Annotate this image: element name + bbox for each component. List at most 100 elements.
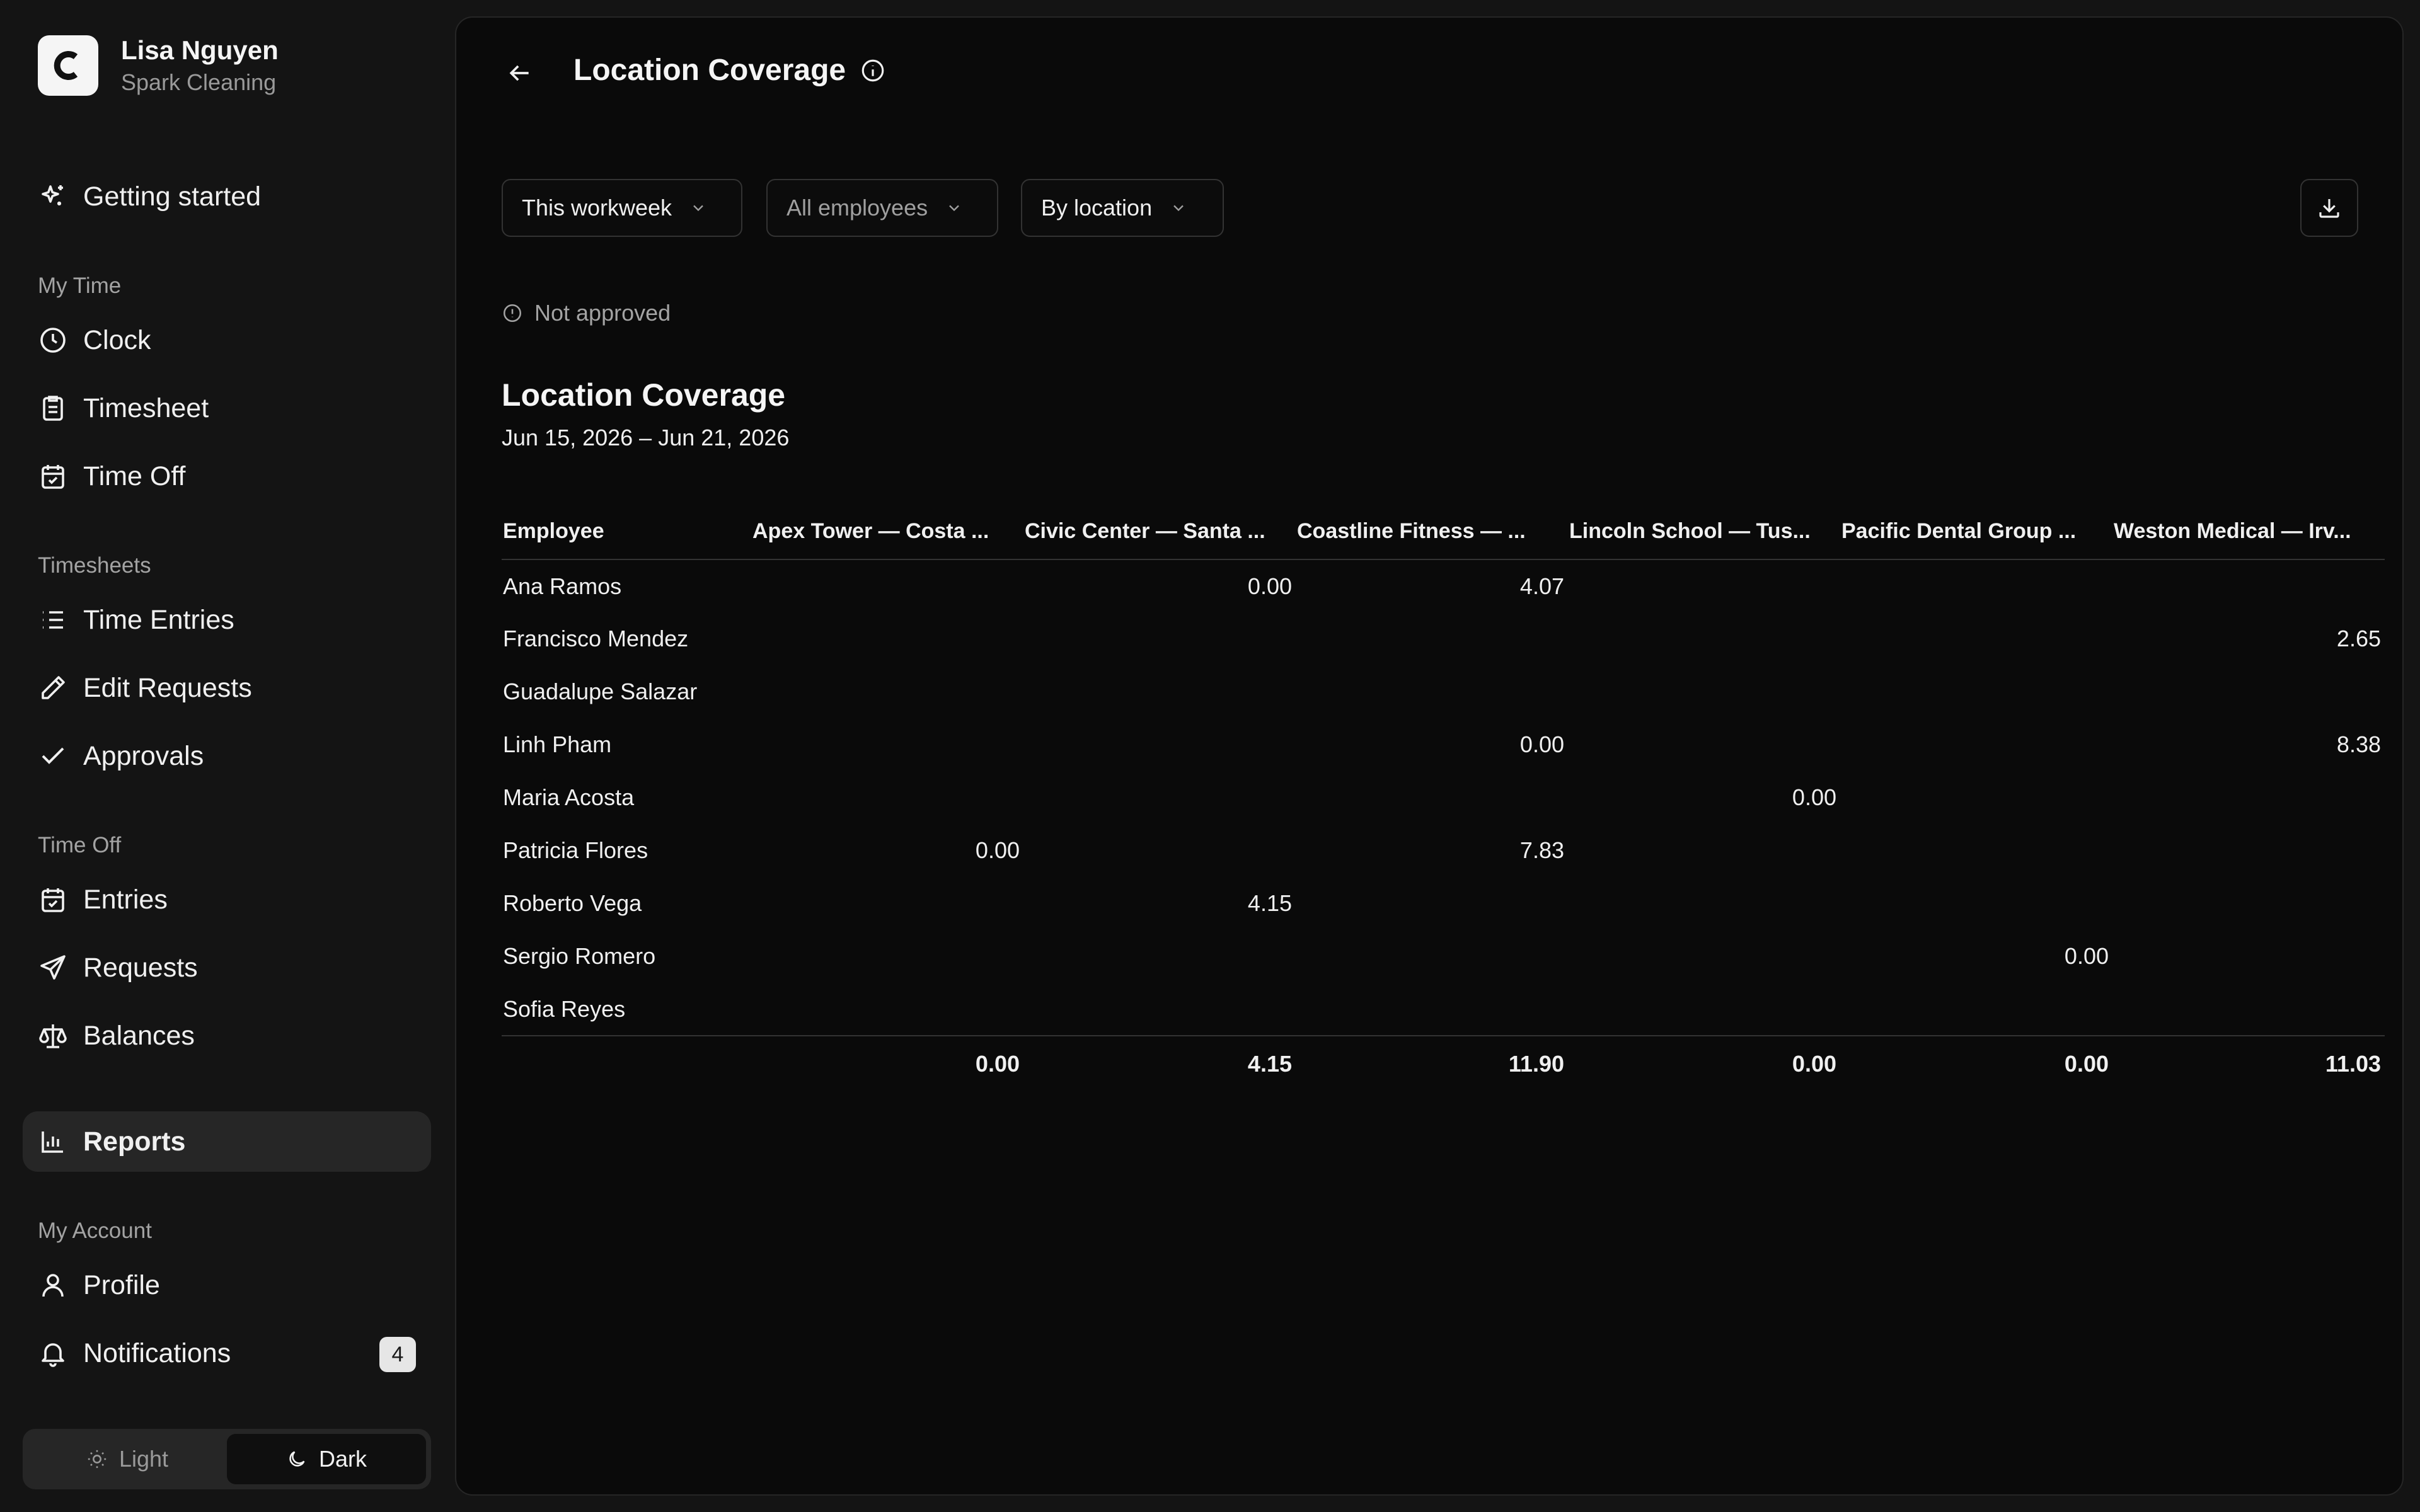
hours-cell (2112, 877, 2385, 930)
hours-cell (751, 930, 1023, 983)
scale-icon (38, 1021, 68, 1051)
nav-reports[interactable]: Reports (23, 1111, 431, 1172)
check-icon (38, 741, 68, 771)
hours-cell (1296, 877, 1568, 930)
hours-cell (1840, 718, 2112, 771)
column-header-location[interactable]: Coastline Fitness — ... (1296, 504, 1568, 560)
page-title: Location Coverage (573, 53, 886, 88)
hours-cell: 0.00 (1519, 731, 1564, 757)
hours-cell: 0.00 (2064, 943, 2109, 969)
approval-status: Not approved (502, 300, 671, 326)
nav-getting-started[interactable]: Getting started (23, 166, 431, 227)
hours-cell (1023, 665, 1296, 718)
nav-entries[interactable]: Entries (23, 869, 431, 930)
nav-label: Timesheet (83, 392, 209, 423)
column-header-employee[interactable]: Employee (502, 504, 751, 560)
chevron-down-icon (945, 199, 963, 217)
hours-cell (1568, 983, 1840, 1036)
hours-cell (1023, 930, 1296, 983)
column-header-location[interactable]: Civic Center — Santa ... (1023, 504, 1296, 560)
hours-cell (1840, 983, 2112, 1036)
employee-name-cell: Patricia Flores (503, 837, 648, 863)
totals-row: 0.00 4.15 11.90 0.00 0.00 11.03 (502, 1035, 2385, 1091)
report-title: Location Coverage (502, 377, 786, 413)
hours-cell (1568, 718, 1840, 771)
totals-label-cell (502, 1035, 751, 1091)
hours-cell (1840, 877, 2112, 930)
nav-notifications[interactable]: Notifications 4 (23, 1323, 431, 1383)
total-hours-cell: 0.00 (751, 1035, 1023, 1091)
hours-cell (1023, 612, 1296, 665)
theme-light-button[interactable]: Light (28, 1434, 227, 1484)
employee-name-cell: Sergio Romero (503, 943, 656, 969)
nav-requests[interactable]: Requests (23, 937, 431, 998)
nav-edit-requests[interactable]: Edit Requests (23, 658, 431, 718)
column-header-location[interactable]: Weston Medical — Irv... (2112, 504, 2385, 560)
hours-cell (2112, 665, 2385, 718)
hours-cell: 4.15 (1247, 890, 1292, 916)
user-icon (38, 1270, 68, 1300)
main-panel: Location Coverage This workweek All empl… (455, 16, 2404, 1496)
nav-time-entries[interactable]: Time Entries (23, 590, 431, 650)
nav-clock[interactable]: Clock (23, 310, 431, 370)
nav-profile[interactable]: Profile (23, 1255, 431, 1315)
theme-dark-label: Dark (318, 1446, 367, 1472)
hours-cell: 0.00 (975, 837, 1020, 863)
hours-cell: 0.00 (1792, 784, 1836, 810)
hours-cell (2112, 824, 2385, 877)
org-switcher[interactable]: Lisa Nguyen Spark Cleaning (38, 34, 279, 97)
theme-toggle: Light Dark (23, 1429, 431, 1489)
download-icon (2319, 199, 2339, 218)
table-row: Sofia Reyes (502, 983, 2385, 1036)
nav-label: Reports (83, 1126, 186, 1157)
hours-cell (1840, 824, 2112, 877)
hours-cell: 2.65 (2336, 626, 2381, 651)
nav-timesheet[interactable]: Timesheet (23, 378, 431, 438)
hours-cell (1023, 983, 1296, 1036)
hours-cell (2112, 771, 2385, 824)
hours-cell (1568, 930, 1840, 983)
total-hours-cell: 0.00 (1568, 1035, 1840, 1091)
nav-balances[interactable]: Balances (23, 1005, 431, 1066)
column-header-location[interactable]: Pacific Dental Group ... (1840, 504, 2112, 560)
section-my-time: My Time (38, 273, 122, 298)
list-icon (38, 605, 68, 635)
employees-select[interactable]: All employees (766, 179, 998, 237)
table-row: Maria Acosta 0.00 (502, 771, 2385, 824)
column-header-location[interactable]: Apex Tower — Costa ... (751, 504, 1023, 560)
report-date-range: Jun 15, 2026 – Jun 21, 2026 (502, 425, 790, 450)
period-select[interactable]: This workweek (502, 179, 742, 237)
nav-label: Requests (83, 952, 198, 983)
notifications-count-badge: 4 (379, 1337, 416, 1372)
nav-label: Time Entries (83, 604, 234, 635)
table-row: Patricia Flores 0.00 7.83 (502, 824, 2385, 877)
section-my-account: My Account (38, 1218, 152, 1243)
table-row: Linh Pham 0.00 8.38 (502, 718, 2385, 771)
send-icon (38, 953, 68, 983)
bar-chart-icon (38, 1126, 68, 1157)
nav-approvals[interactable]: Approvals (23, 726, 431, 786)
nav-time-off[interactable]: Time Off (23, 446, 431, 507)
bell-icon (38, 1338, 68, 1368)
employee-name-cell: Roberto Vega (503, 890, 642, 916)
download-button[interactable] (2300, 179, 2358, 237)
nav-label: Approvals (83, 740, 204, 771)
hours-cell: 7.83 (1519, 837, 1564, 863)
company-name: Spark Cleaning (121, 69, 277, 95)
column-header-location[interactable]: Lincoln School — Tus... (1568, 504, 1840, 560)
nav-label: Time Off (83, 461, 186, 491)
info-icon[interactable] (860, 57, 886, 84)
employee-name-cell: Francisco Mendez (503, 626, 689, 651)
back-button[interactable] (500, 54, 538, 92)
theme-dark-button[interactable]: Dark (227, 1434, 426, 1484)
nav-label: Getting started (83, 181, 262, 212)
hours-cell (1023, 718, 1296, 771)
pencil-icon (38, 673, 68, 703)
nav-label: Clock (83, 324, 151, 355)
group-by-select[interactable]: By location (1021, 179, 1224, 237)
hours-cell (1568, 877, 1840, 930)
company-logo (38, 35, 98, 96)
arrow-left-icon (509, 65, 529, 81)
hours-cell (751, 877, 1023, 930)
theme-light-label: Light (118, 1446, 169, 1472)
